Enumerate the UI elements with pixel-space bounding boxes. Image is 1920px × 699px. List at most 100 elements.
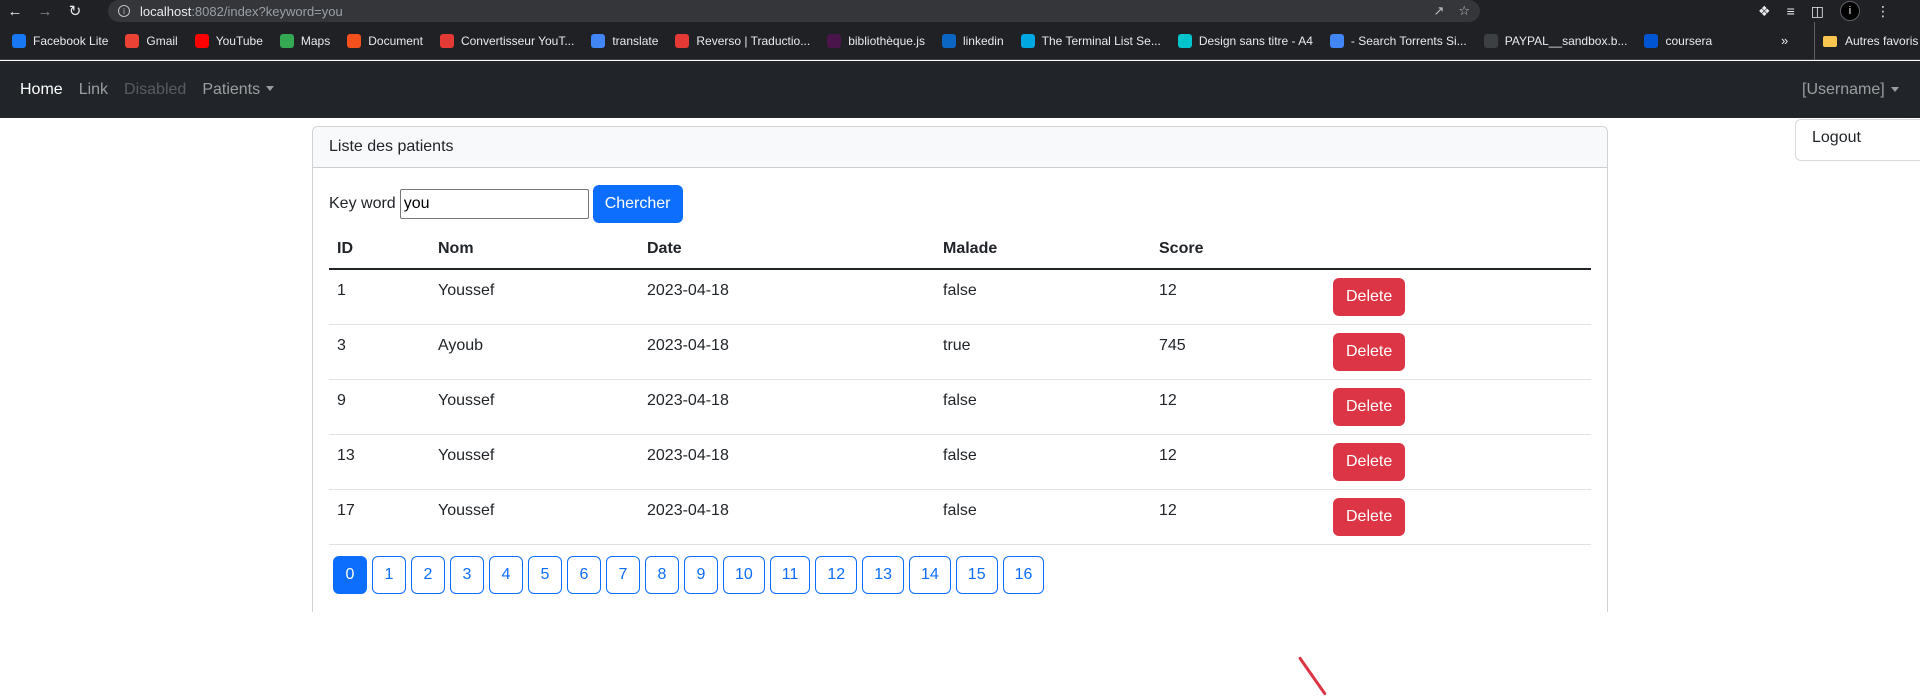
page-button[interactable]: 9	[684, 556, 718, 594]
page-button[interactable]: 0	[333, 556, 367, 594]
address-bar[interactable]: i localhost:8082/index?keyword=you ↗ ☆	[108, 0, 1480, 22]
cell-nom: Ayoub	[430, 324, 639, 380]
pagination: 0 1 2 3 4 5 6 7 8 9 10 11 12 13 14 15 16	[333, 556, 1045, 594]
bookmark-label: Convertisseur YouT...	[460, 33, 575, 48]
app-navbar: Home Link Disabled Patients [Username]	[0, 61, 1920, 118]
bookmark-star-icon[interactable]: ☆	[1458, 3, 1470, 19]
cell-nom: Youssef	[430, 434, 639, 490]
search-button[interactable]: Chercher	[592, 185, 683, 223]
cell-actions: Delete	[1325, 489, 1591, 545]
bookmark-label: Gmail	[146, 33, 178, 48]
page-button[interactable]: 13	[862, 556, 904, 594]
google-translate-icon	[591, 33, 606, 48]
media-control-icon[interactable]: ≡	[1787, 3, 1795, 19]
nav-link[interactable]: Link	[79, 81, 108, 99]
bookmark-item[interactable]: Maps	[279, 33, 331, 48]
cell-id: 17	[329, 489, 430, 545]
delete-button[interactable]: Delete	[1333, 387, 1406, 426]
page-button[interactable]: 8	[645, 556, 679, 594]
bookmark-item[interactable]: bibliothèque.js	[827, 33, 925, 48]
bookmark-item[interactable]: Gmail	[125, 33, 178, 48]
delete-button[interactable]: Delete	[1333, 442, 1406, 481]
back-icon[interactable]: ←	[0, 0, 30, 22]
column-header-date: Date	[639, 229, 935, 270]
browser-toolbar: ← → ↻ i localhost:8082/index?keyword=you…	[0, 0, 1920, 22]
nav-patients-dropdown[interactable]: Patients	[202, 80, 275, 99]
cell-id: 1	[329, 269, 430, 325]
user-dropdown-menu: Logout	[1795, 119, 1920, 161]
bookmarks-more-icon[interactable]: »	[1781, 33, 1788, 48]
bookmark-item[interactable]: - Search Torrents Si...	[1329, 33, 1467, 48]
page-button[interactable]: 3	[450, 556, 484, 594]
bookmark-item[interactable]: Design sans titre - A4	[1177, 33, 1313, 48]
search-form: Key word Chercher	[329, 185, 683, 223]
cell-actions: Delete	[1325, 379, 1591, 435]
delete-button[interactable]: Delete	[1333, 278, 1406, 316]
url-path: :8082/index?keyword=you	[191, 3, 343, 19]
bookmark-item[interactable]: linkedin	[941, 33, 1004, 48]
nav-patients-label: Patients	[202, 80, 261, 98]
cell-date: 2023-04-18	[639, 269, 935, 325]
cell-score: 745	[1151, 324, 1325, 380]
table-header-row: ID Nom Date Malade Score	[329, 229, 1591, 270]
nav-home[interactable]: Home	[20, 81, 63, 99]
other-bookmarks-folder[interactable]: Autres favoris	[1814, 22, 1918, 60]
bookmark-item[interactable]: Facebook Lite	[12, 33, 108, 48]
table-row: 3 Ayoub 2023-04-18 true 745 Delete	[329, 324, 1591, 380]
annotation-stroke	[1298, 656, 1327, 696]
page-button[interactable]: 10	[723, 556, 765, 594]
menu-kebab-icon[interactable]: ⋮	[1876, 3, 1890, 20]
user-menu-toggle[interactable]: [Username]	[1802, 61, 1899, 118]
page-button[interactable]: 14	[909, 556, 951, 594]
page-button[interactable]: 5	[528, 556, 562, 594]
profile-avatar[interactable]: i	[1839, 1, 1860, 21]
bookmark-label: bibliothèque.js	[848, 33, 925, 48]
bookmark-label: Reverso | Traductio...	[696, 33, 811, 48]
bookmark-item[interactable]: YouTube	[194, 33, 263, 48]
bookmark-item[interactable]: Document	[347, 33, 423, 48]
paypal-icon	[1483, 33, 1498, 48]
page-button[interactable]: 12	[815, 556, 858, 594]
table-row: 17 Youssef 2023-04-18 false 12 Delete	[329, 489, 1591, 545]
forward-icon[interactable]: →	[30, 0, 60, 22]
page-button[interactable]: 4	[489, 556, 523, 594]
nav-disabled: Disabled	[124, 80, 187, 98]
bookmark-item[interactable]: coursera	[1644, 33, 1712, 48]
page-button[interactable]: 6	[567, 556, 601, 594]
page-button[interactable]: 11	[769, 556, 811, 594]
bookmark-item[interactable]: PAYPAL__sandbox.b...	[1483, 33, 1627, 48]
delete-button[interactable]: Delete	[1333, 332, 1406, 371]
bookmark-label: translate	[612, 33, 659, 48]
extensions-icon[interactable]: ❖	[1758, 3, 1771, 20]
cell-score: 12	[1151, 269, 1325, 325]
page-button[interactable]: 1	[372, 556, 406, 594]
logout-item[interactable]: Logout	[1812, 129, 1861, 146]
delete-button[interactable]: Delete	[1333, 497, 1406, 536]
reload-icon[interactable]: ↻	[60, 0, 90, 22]
bookmark-label: Maps	[300, 33, 331, 48]
bookmark-label: Design sans titre - A4	[1198, 33, 1313, 48]
cell-nom: Youssef	[430, 489, 639, 545]
page-button[interactable]: 15	[955, 556, 998, 594]
page-button[interactable]: 7	[606, 556, 640, 594]
site-info-icon[interactable]: i	[118, 5, 130, 17]
column-header-nom: Nom	[430, 229, 639, 270]
bookmarks-bar: Facebook Lite Gmail YouTube Maps Document Con…	[0, 22, 1920, 60]
side-panel-icon[interactable]: ◫	[1811, 3, 1824, 20]
page-button[interactable]: 16	[1002, 556, 1045, 594]
cell-malade: true	[935, 324, 1151, 380]
table-row: 13 Youssef 2023-04-18 false 12 Delete	[329, 434, 1591, 490]
share-icon[interactable]: ↗	[1433, 3, 1444, 19]
bookmark-item[interactable]: The Terminal List Se...	[1020, 33, 1161, 48]
cell-id: 3	[329, 324, 430, 380]
cell-malade: false	[935, 379, 1151, 435]
keyword-input[interactable]	[399, 189, 589, 219]
patients-table: ID Nom Date Malade Score 1 Youssef 2023-04…	[329, 229, 1591, 545]
bookmark-item[interactable]: Reverso | Traductio...	[675, 33, 811, 48]
username-label: [Username]	[1802, 80, 1885, 98]
bookmark-item[interactable]: Convertisseur YouT...	[439, 33, 575, 48]
bookmark-item[interactable]: translate	[591, 33, 659, 48]
cell-score: 12	[1151, 379, 1325, 435]
prime-video-icon	[1020, 33, 1035, 48]
page-button[interactable]: 2	[411, 556, 445, 594]
